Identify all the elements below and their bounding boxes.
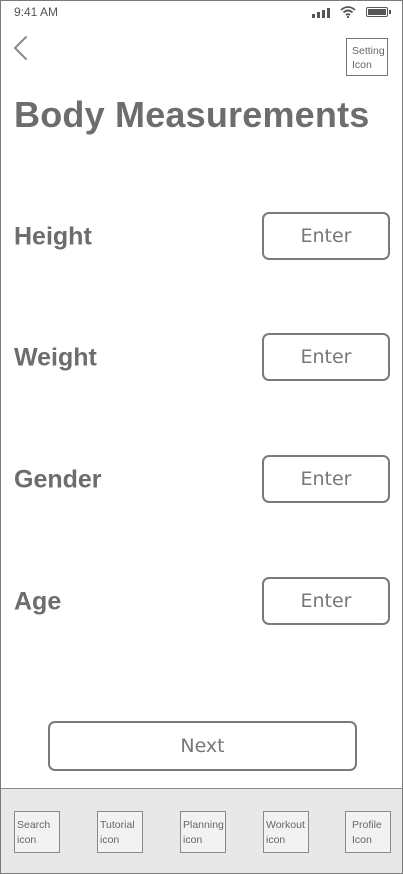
tab-profile-icon[interactable]: Profile Icon	[345, 811, 391, 853]
phone-screen: 9:41 AM Setting Icon Body Measurements H…	[0, 0, 403, 874]
battery-icon	[366, 7, 391, 17]
back-button[interactable]	[10, 33, 34, 65]
gender-row: Gender Enter	[1, 455, 402, 505]
height-label: Height	[14, 222, 92, 251]
weight-row: Weight Enter	[1, 333, 402, 383]
age-input[interactable]: Enter	[262, 577, 390, 625]
tab-workout-icon[interactable]: Workout icon	[263, 811, 309, 853]
status-icons	[312, 5, 391, 19]
gender-label: Gender	[14, 465, 102, 494]
next-button[interactable]: Next	[48, 721, 357, 771]
tab-search-icon[interactable]: Search icon	[14, 811, 60, 853]
tab-tutorial-icon[interactable]: Tutorial icon	[97, 811, 143, 853]
weight-input[interactable]: Enter	[262, 333, 390, 381]
chevron-left-icon	[14, 36, 27, 60]
height-row: Height Enter	[1, 212, 402, 262]
tab-bar: Search icon Tutorial icon Planning icon …	[1, 788, 402, 873]
tab-planning-icon[interactable]: Planning icon	[180, 811, 226, 853]
height-input[interactable]: Enter	[262, 212, 390, 260]
age-row: Age Enter	[1, 577, 402, 627]
age-label: Age	[14, 587, 62, 616]
gender-input[interactable]: Enter	[262, 455, 390, 503]
cellular-signal-icon	[312, 7, 330, 18]
page-title: Body Measurements	[14, 94, 370, 135]
setting-icon[interactable]: Setting Icon	[346, 38, 388, 76]
status-time: 9:41 AM	[14, 5, 59, 19]
wifi-icon	[340, 6, 356, 18]
weight-label: Weight	[14, 343, 97, 372]
status-bar: 9:41 AM	[1, 1, 402, 23]
